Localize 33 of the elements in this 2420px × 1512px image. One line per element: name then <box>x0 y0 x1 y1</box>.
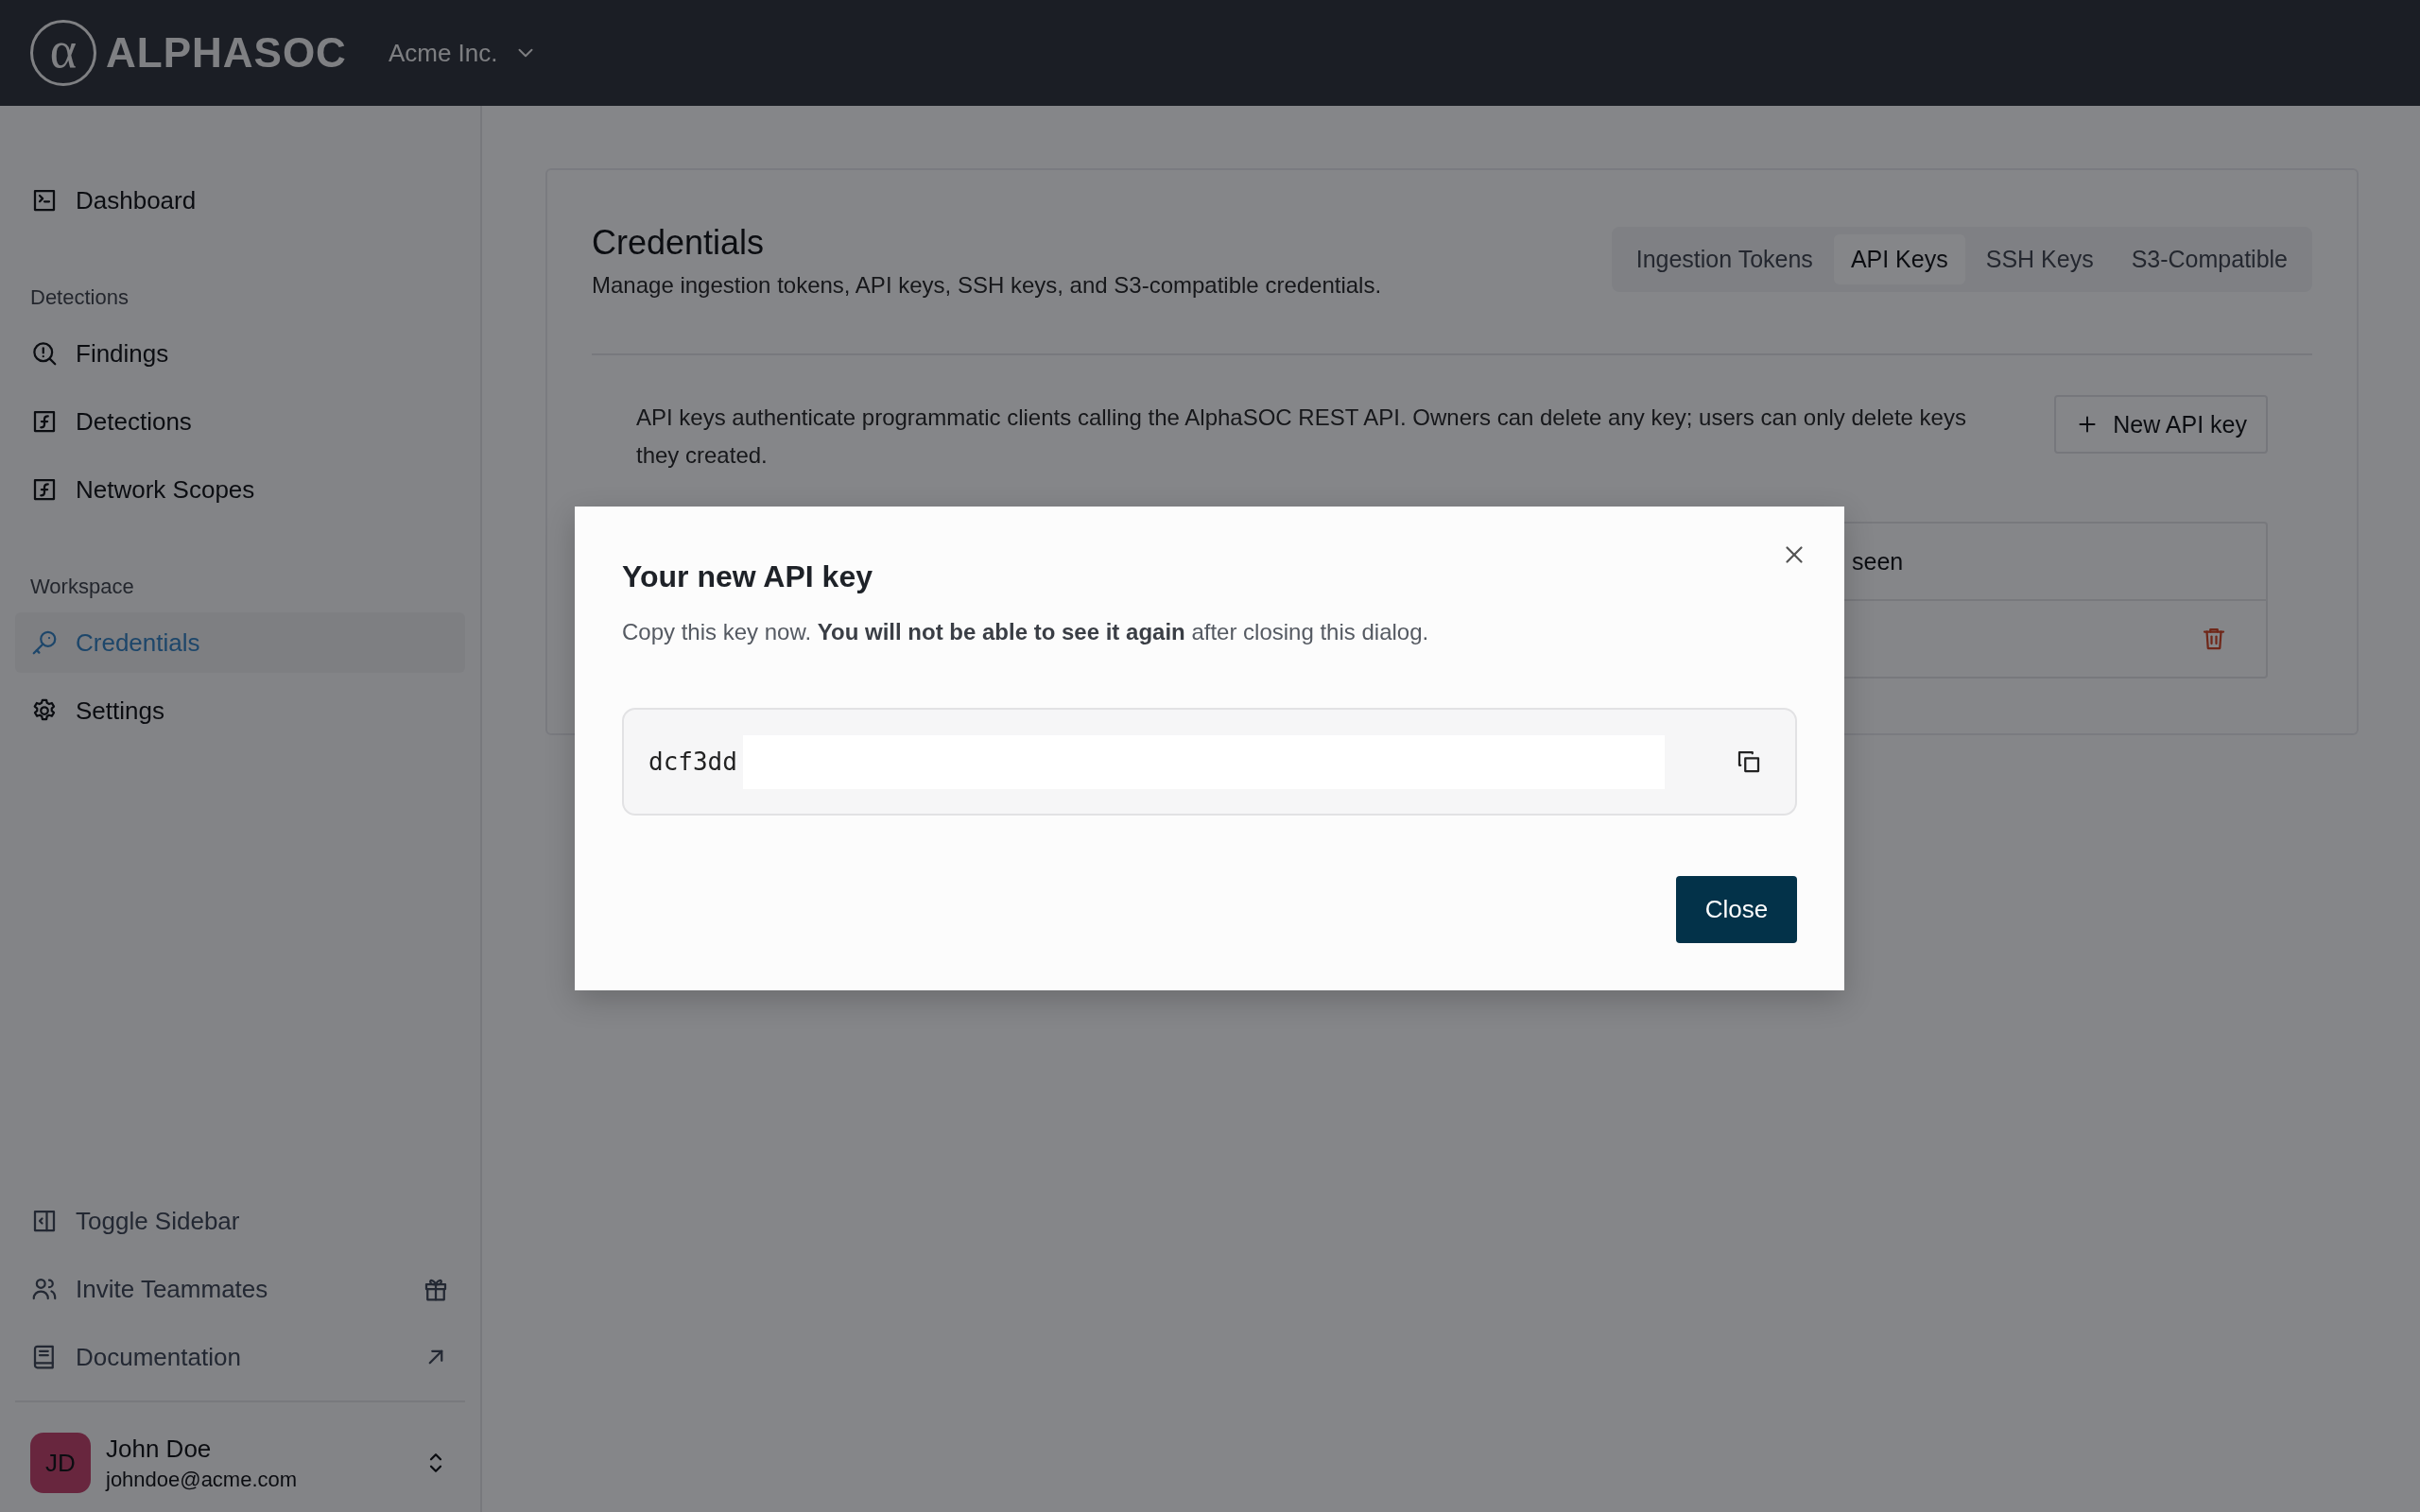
section-heading: Detections <box>29 284 130 311</box>
api-key-text: dcf3dd <box>648 747 737 776</box>
nav-item[interactable]: Detections <box>15 391 465 452</box>
key-icon <box>30 628 59 657</box>
nav-item[interactable]: Documentation <box>15 1327 465 1387</box>
org-switcher[interactable]: Acme Inc. <box>388 38 538 68</box>
dialog-text: Copy this key now. You will not be able to see it again after closing this dialog. <box>622 619 1430 645</box>
tab[interactable]: SSH Keys <box>1968 234 2111 284</box>
user-name: John Doe <box>106 1434 213 1464</box>
close-dialog-button[interactable]: Close <box>1676 876 1797 943</box>
nav-item[interactable]: Toggle Sidebar <box>15 1191 465 1251</box>
tab[interactable]: S3-Compatible <box>2114 234 2305 284</box>
page-title: Credentials <box>592 223 766 263</box>
alert-search-icon <box>30 339 59 368</box>
api-key-field[interactable]: dcf3dd <box>622 708 1797 816</box>
nav-item[interactable]: Dashboard <box>15 170 465 231</box>
nav-item[interactable]: Network Scopes <box>15 459 465 520</box>
tab[interactable]: API Keys <box>1833 234 1965 284</box>
section-heading: Workspace <box>29 574 135 600</box>
dialog-title: Your new API key <box>622 559 873 594</box>
new-api-key-button[interactable]: New API key <box>2054 395 2268 454</box>
logo-text: ALPHASOC <box>106 29 347 77</box>
description-text: API keys authenticate programmatic clients calling the AlphaSOC REST API. Owners can delete any key; users can only delete keys they created. <box>636 404 1967 470</box>
tab[interactable]: Ingestion Tokens <box>1618 234 1830 284</box>
logo-mark: α <box>30 20 96 86</box>
avatar: JD <box>30 1433 91 1493</box>
nav-item[interactable]: Settings <box>15 680 465 741</box>
page-subtitle: Manage ingestion tokens, API keys, SSH keys, and S3-compatible credentials. <box>592 272 1382 299</box>
column-header: seen <box>1852 547 1904 576</box>
nav-item[interactable]: Findings <box>15 323 465 384</box>
nav-item[interactable]: Invite Teammates <box>15 1259 465 1319</box>
user-menu[interactable]: JD John Doe johndoe@acme.com <box>15 1433 465 1493</box>
user-email: johndoe@acme.com <box>106 1467 299 1492</box>
